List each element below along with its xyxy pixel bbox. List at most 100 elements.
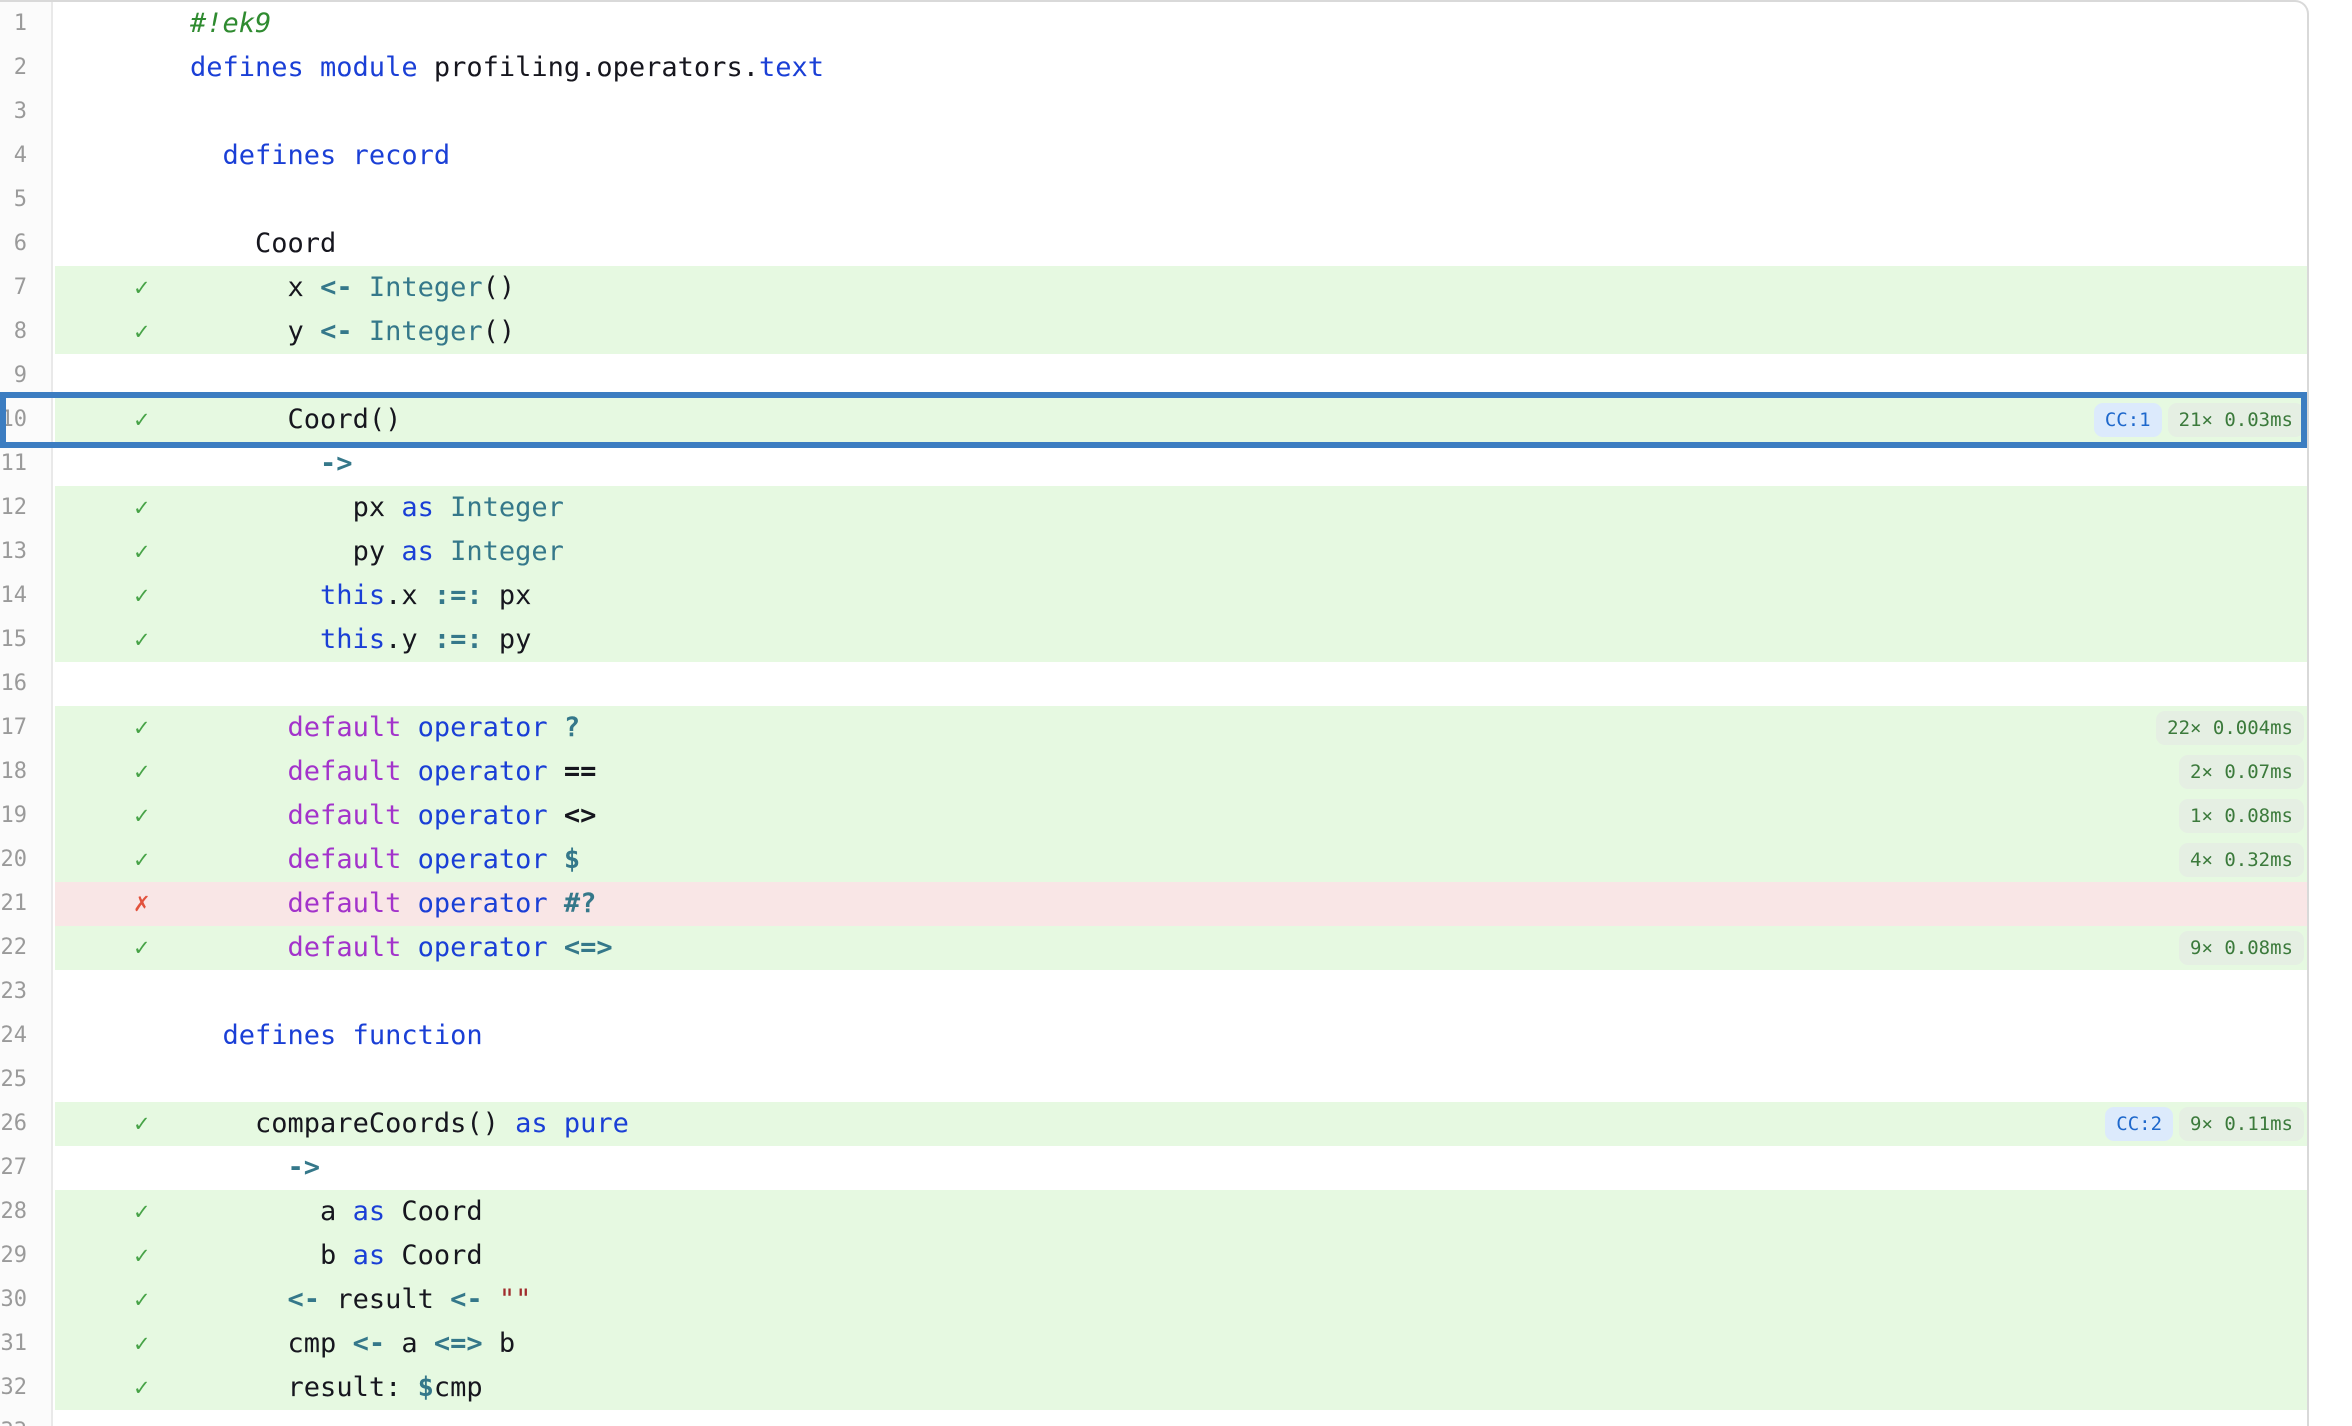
code-text: <- result <- ""	[190, 1278, 531, 1322]
code-line-row[interactable]: 7 ✓ x <- Integer()	[0, 266, 2307, 310]
code-text: px as Integer	[190, 486, 564, 530]
code-token-plain: Coord()	[288, 404, 402, 435]
code-token-kw: defines module	[190, 52, 434, 83]
code-line-row[interactable]: 12 ✓ px as Integer	[0, 486, 2307, 530]
line-background	[55, 1146, 2307, 1190]
code-token-plain: y	[288, 316, 321, 347]
code-line-row[interactable]: 17 ✓ default operator ? 22× 0.004ms	[0, 706, 2307, 750]
code-token-kw: this	[320, 624, 385, 655]
code-line-row[interactable]: 4 defines record	[0, 134, 2307, 178]
code-line-row[interactable]: 13 ✓ py as Integer	[0, 530, 2307, 574]
code-line-row[interactable]: 6 Coord	[0, 222, 2307, 266]
code-line-row[interactable]: 20 ✓ default operator $ 4× 0.32ms	[0, 838, 2307, 882]
code-line-row[interactable]: 5	[0, 178, 2307, 222]
code-line-row[interactable]: 19 ✓ default operator <> 1× 0.08ms	[0, 794, 2307, 838]
line-number: 17	[0, 706, 53, 750]
code-token-kw: text	[759, 52, 824, 83]
code-token-op: ->	[320, 448, 353, 479]
line-background	[55, 178, 2307, 222]
code-line-row[interactable]: 16	[0, 662, 2307, 706]
code-text: b as Coord	[190, 1234, 483, 1278]
code-line-row[interactable]: 28 ✓ a as Coord	[0, 1190, 2307, 1234]
code-token-plain: cmp	[288, 1328, 353, 1359]
code-token-op: <-	[353, 1328, 402, 1359]
code-line-list: 1 #!ek9 2 defines module profiling.opera…	[0, 2, 2307, 1426]
code-token-opb: <>	[564, 800, 597, 831]
line-background	[55, 2, 2307, 46]
code-token-plain: x	[288, 272, 321, 303]
code-line-row[interactable]: 1 #!ek9	[0, 2, 2307, 46]
code-line-row[interactable]: 24 defines function	[0, 1014, 2307, 1058]
code-text: ->	[190, 1146, 320, 1190]
line-number: 15	[0, 618, 53, 662]
code-line-row[interactable]: 27 ->	[0, 1146, 2307, 1190]
code-text: ->	[190, 442, 353, 486]
code-line-row[interactable]: 8 ✓ y <- Integer()	[0, 310, 2307, 354]
line-number: 12	[0, 486, 53, 530]
code-text: compareCoords() as pure	[190, 1102, 629, 1146]
coverage-status-icon: ✓	[133, 1278, 151, 1322]
code-token-op: :=:	[434, 580, 499, 611]
profiling-timing-badge: 9× 0.11ms	[2179, 1107, 2304, 1141]
code-token-kw: operator	[418, 932, 564, 963]
code-text: result: $cmp	[190, 1366, 483, 1410]
code-line-row[interactable]: 22 ✓ default operator <=> 9× 0.08ms	[0, 926, 2307, 970]
line-background	[55, 970, 2307, 1014]
profiling-timing-badge: 2× 0.07ms	[2179, 755, 2304, 789]
code-token-op: <-	[288, 1284, 337, 1315]
code-token-typ: Integer	[369, 316, 483, 347]
code-token-kw: as	[353, 1240, 402, 1271]
code-line-row[interactable]: 2 defines module profiling.operators.tex…	[0, 46, 2307, 90]
code-line-row[interactable]: 10 ✓ Coord() CC:1 21× 0.03ms	[0, 398, 2307, 442]
code-text: defines module profiling.operators.text	[190, 46, 824, 90]
code-token-op: <-	[320, 272, 369, 303]
code-token-kw: operator	[418, 712, 564, 743]
coverage-status-icon: ✓	[133, 1190, 151, 1234]
line-badges: 4× 0.32ms	[2179, 843, 2304, 877]
profiling-timing-badge: 22× 0.004ms	[2156, 711, 2304, 745]
code-text: cmp <- a <=> b	[190, 1322, 515, 1366]
code-line-row[interactable]: 32 ✓ result: $cmp	[0, 1366, 2307, 1410]
line-number: 18	[0, 750, 53, 794]
code-line-row[interactable]: 23	[0, 970, 2307, 1014]
line-number: 32	[0, 1366, 53, 1410]
code-line-row[interactable]: 15 ✓ this.y :=: py	[0, 618, 2307, 662]
coverage-status-icon: ✓	[133, 1366, 151, 1410]
line-background	[55, 662, 2307, 706]
coverage-status-icon: ✓	[133, 266, 151, 310]
code-token-kw: operator	[418, 800, 564, 831]
code-coverage-panel: 1 #!ek9 2 defines module profiling.opera…	[0, 0, 2309, 1426]
line-badges: 1× 0.08ms	[2179, 799, 2304, 833]
code-line-row[interactable]: 14 ✓ this.x :=: px	[0, 574, 2307, 618]
code-line-row[interactable]: 18 ✓ default operator == 2× 0.07ms	[0, 750, 2307, 794]
code-text: Coord()	[190, 398, 401, 442]
code-token-str: ""	[499, 1284, 532, 1315]
code-token-typ: Integer	[450, 536, 564, 567]
code-token-plain: Coord	[401, 1240, 482, 1271]
code-text: py as Integer	[190, 530, 564, 574]
code-token-plain: compareCoords()	[255, 1108, 515, 1139]
code-line-row[interactable]: 25	[0, 1058, 2307, 1102]
code-token-plain: a	[401, 1328, 434, 1359]
code-line-row[interactable]: 9	[0, 354, 2307, 398]
profiling-timing-badge: 9× 0.08ms	[2179, 931, 2304, 965]
coverage-status-icon: ✓	[133, 486, 151, 530]
coverage-status-icon: ✓	[133, 1102, 151, 1146]
code-token-plain: ()	[483, 272, 516, 303]
code-text: default operator <=>	[190, 926, 613, 970]
code-token-op: :=:	[434, 624, 499, 655]
line-number: 9	[0, 354, 53, 398]
code-line-row[interactable]: 31 ✓ cmp <- a <=> b	[0, 1322, 2307, 1366]
code-line-row[interactable]: 11 ->	[0, 442, 2307, 486]
code-line-row[interactable]: 26 ✓ compareCoords() as pure CC:2 9× 0.1…	[0, 1102, 2307, 1146]
code-token-kw: this	[320, 580, 385, 611]
code-line-row[interactable]: 3	[0, 90, 2307, 134]
code-token-def: default	[288, 888, 418, 919]
line-background	[55, 354, 2307, 398]
code-line-row[interactable]: 29 ✓ b as Coord	[0, 1234, 2307, 1278]
code-line-row[interactable]: 30 ✓ <- result <- ""	[0, 1278, 2307, 1322]
line-number: 3	[0, 90, 53, 134]
code-token-typ: Integer	[450, 492, 564, 523]
code-token-plain: py	[499, 624, 532, 655]
code-line-row[interactable]: 21 ✗ default operator #?	[0, 882, 2307, 926]
